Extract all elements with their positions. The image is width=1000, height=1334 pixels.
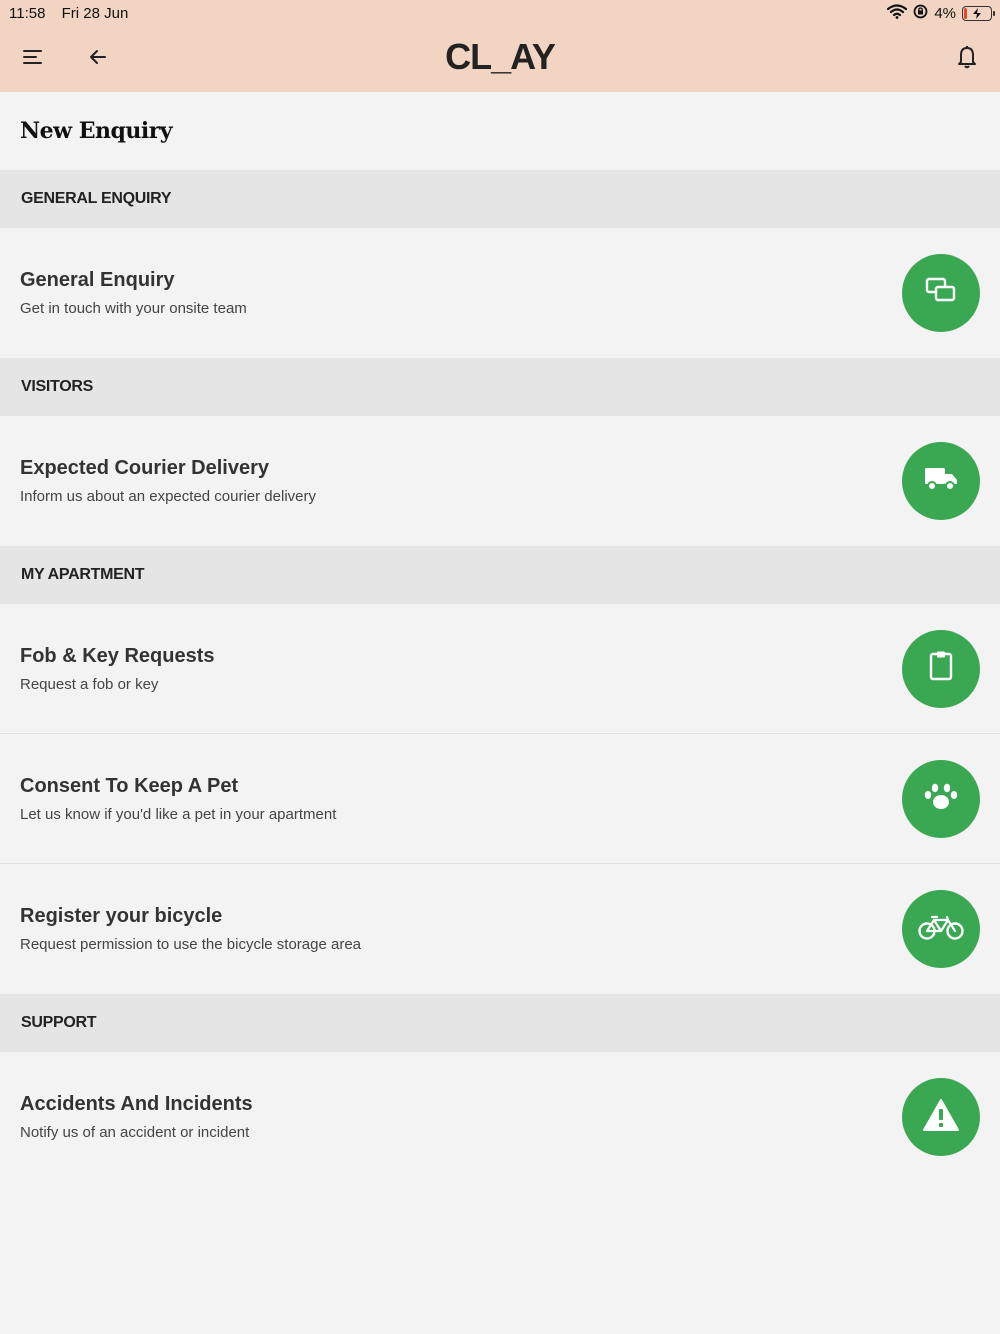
truck-icon (923, 465, 959, 498)
accidents-incidents-button[interactable] (902, 1078, 980, 1156)
item-subtitle: Request a fob or key (20, 675, 159, 693)
item-title: Expected Courier Delivery (20, 457, 269, 479)
list-item-accidents-incidents[interactable]: Accidents And Incidents Notify us of an … (0, 1052, 1000, 1182)
item-subtitle: Get in touch with your onsite team (20, 300, 247, 317)
page-title-bar: New Enquiry (0, 92, 1000, 170)
wifi-icon (887, 3, 908, 23)
section-header-general-enquiry: GENERAL ENQUIRY (0, 170, 1000, 228)
item-subtitle: Notify us of an accident or incident (20, 1124, 250, 1141)
list-item-register-bicycle[interactable]: Register your bicycle Request permission… (0, 864, 1000, 994)
general-enquiry-button[interactable] (902, 254, 980, 332)
battery-percent: 4% (934, 4, 956, 22)
status-bar: 11:58 Fri 28 Jun 4% (0, 0, 1000, 26)
battery-icon (962, 5, 995, 21)
page-title: New Enquiry (20, 118, 173, 144)
section-header-support: SUPPORT (0, 994, 1000, 1052)
bell-icon (957, 45, 977, 74)
fob-key-requests-button[interactable] (902, 629, 980, 708)
item-title: Consent To Keep A Pet (20, 774, 239, 797)
paw-icon (923, 780, 959, 817)
rotation-lock-icon (913, 4, 928, 23)
notifications-button[interactable] (947, 39, 987, 79)
nav-bar: CL_AY (0, 26, 1000, 92)
list-item-fob-key-requests[interactable]: Fob & Key Requests Request a fob or key (0, 604, 1000, 734)
app-header: 11:58 Fri 28 Jun 4% CL_AY (0, 0, 1000, 92)
section-header-visitors: VISITORS (0, 358, 1000, 416)
consent-pet-button[interactable] (902, 759, 980, 838)
chat-icon (924, 276, 958, 311)
item-title: Register your bicycle (20, 905, 223, 927)
item-subtitle: Request permission to use the bicycle st… (20, 936, 362, 953)
list-item-courier-delivery[interactable]: Expected Courier Delivery Inform us abou… (0, 416, 1000, 546)
item-title: Fob & Key Requests (20, 644, 215, 667)
item-title: Accidents And Incidents (20, 1093, 253, 1115)
status-date: Fri 28 Jun (61, 4, 129, 22)
list-item-consent-pet[interactable]: Consent To Keep A Pet Let us know if you… (0, 734, 1000, 864)
bicycle-icon (917, 913, 965, 946)
register-bicycle-button[interactable] (902, 890, 980, 968)
clipboard-icon (928, 650, 954, 687)
section-header-my-apartment: MY APARTMENT (0, 546, 1000, 604)
courier-delivery-button[interactable] (902, 442, 980, 520)
item-title: General Enquiry (20, 269, 175, 291)
item-subtitle: Let us know if you'd like a pet in your … (20, 805, 337, 823)
list-item-general-enquiry[interactable]: General Enquiry Get in touch with your o… (0, 228, 1000, 358)
status-time: 11:58 (9, 4, 46, 22)
brand-logo: CL_AY (445, 36, 556, 77)
warning-icon (922, 1098, 960, 1137)
item-subtitle: Inform us about an expected courier deli… (20, 488, 316, 505)
